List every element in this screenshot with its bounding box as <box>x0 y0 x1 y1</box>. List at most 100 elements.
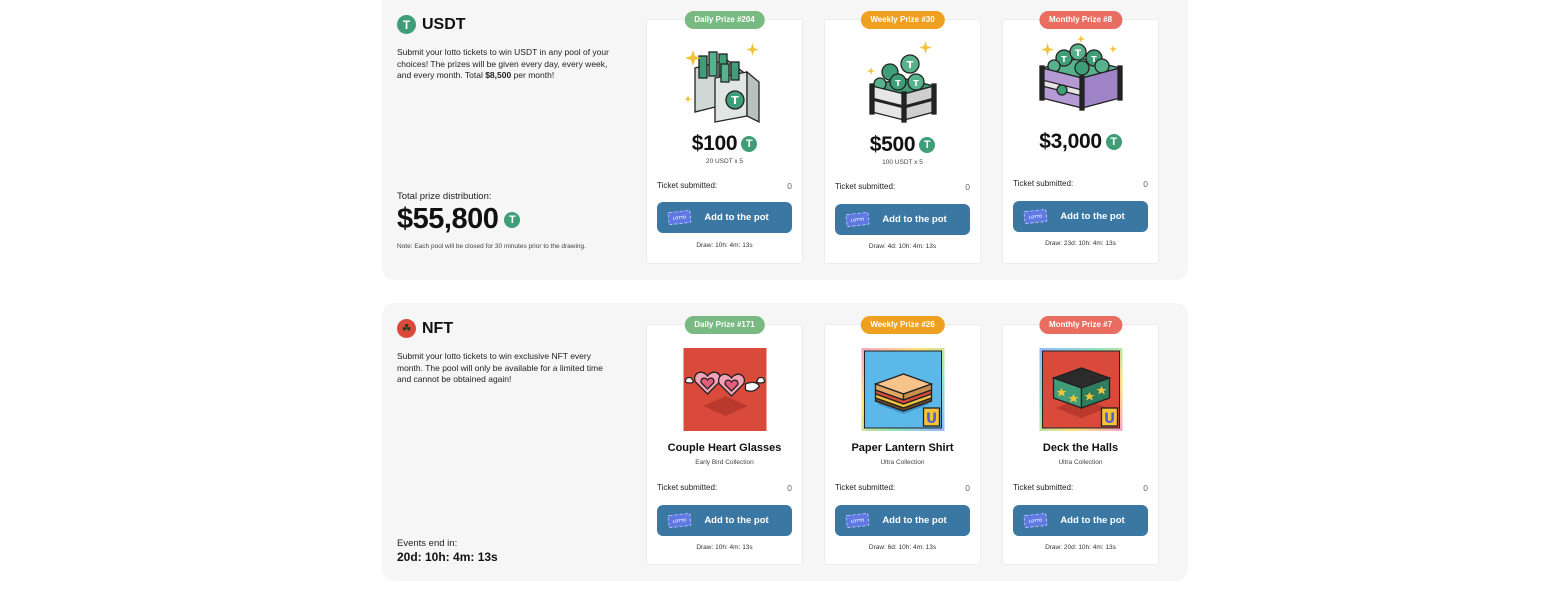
total-prize-label: Total prize distribution: <box>397 191 492 202</box>
add-to-pot-label: Add to the pot <box>704 212 769 223</box>
ticket-submitted-count: 0 <box>787 483 792 493</box>
lantern-shirt-icon: U <box>861 348 944 431</box>
prize-badge: Weekly Prize #30 <box>860 11 945 29</box>
add-to-pot-label: Add to the pot <box>1060 211 1125 222</box>
prize-badge: Monthly Prize #7 <box>1038 316 1123 334</box>
total-prize-value-row: $55,800 T <box>397 203 521 236</box>
heart-glasses-icon <box>683 348 766 431</box>
usdt-coin-icon: T <box>397 15 416 34</box>
prize-card-weekly: Weekly Prize #30 T T T $500 T 100 USDT x… <box>824 11 981 264</box>
events-end-label: Events end in: <box>397 538 458 549</box>
prize-badge: Daily Prize #171 <box>684 316 765 334</box>
svg-text:U: U <box>1103 411 1114 427</box>
lotto-ticket-icon: LOTTO <box>845 211 870 228</box>
prize-breakdown: 100 USDT x 5 <box>882 159 923 166</box>
total-prize-value: $55,800 <box>397 203 499 235</box>
add-to-pot-label: Add to the pot <box>704 515 769 526</box>
prize-badge: Weekly Prize #26 <box>860 316 945 334</box>
svg-text:T: T <box>731 94 739 107</box>
add-to-pot-label: Add to the pot <box>882 214 947 225</box>
nft-panel: ☘ NFT Submit your lotto tickets to win e… <box>382 303 1188 581</box>
add-to-pot-button[interactable]: LOTTO Add to the pot <box>1013 201 1148 232</box>
prize-badge: Daily Prize #204 <box>684 11 765 29</box>
ticket-submitted-row: Ticket submitted: 0 <box>835 182 970 192</box>
add-to-pot-button[interactable]: LOTTO Add to the pot <box>835 505 970 536</box>
events-end-countdown: 20d: 10h: 4m: 13s <box>397 550 498 564</box>
add-to-pot-button[interactable]: LOTTO Add to the pot <box>657 505 792 536</box>
ticket-submitted-count: 0 <box>787 181 792 191</box>
ticket-submitted-count: 0 <box>1143 483 1148 493</box>
add-to-pot-button[interactable]: LOTTO Add to the pot <box>1013 505 1148 536</box>
ticket-submitted-count: 0 <box>1143 179 1148 189</box>
ticket-submitted-row: Ticket submitted: 0 <box>657 483 792 493</box>
svg-text:T: T <box>895 79 901 88</box>
nft-name: Couple Heart Glasses <box>667 442 782 454</box>
lotto-ticket-icon: LOTTO <box>667 209 692 226</box>
usdt-panel: T USDT Submit your lotto tickets to win … <box>382 0 1188 280</box>
lotto-ticket-icon: LOTTO <box>845 512 870 529</box>
nft-card-monthly: Monthly Prize #7 U Deck the Halls Ultra … <box>1002 316 1159 565</box>
usdt-title-row: T USDT <box>397 15 466 34</box>
nft-title-row: ☘ NFT <box>397 319 453 338</box>
coin-crate-icon: T T T <box>866 42 937 123</box>
add-to-pot-button[interactable]: LOTTO Add to the pot <box>657 202 792 233</box>
usdt-coin-icon: T <box>919 137 936 153</box>
nft-name: Paper Lantern Shirt <box>851 442 954 454</box>
prize-card-monthly: Monthly Prize #8 T T T $3,000 T Ticket s… <box>1002 11 1159 264</box>
add-to-pot-label: Add to the pot <box>1060 515 1125 526</box>
usdt-coin-icon: T <box>504 211 521 228</box>
draw-countdown: Draw: 4d: 10h: 4m: 13s <box>868 243 937 250</box>
usdt-coin-icon: T <box>741 136 758 152</box>
ticket-submitted-label: Ticket submitted: <box>657 181 718 190</box>
prize-amount: $500 <box>869 133 916 156</box>
deck-halls-icon: U <box>1039 348 1122 431</box>
prize-amount-row: $3,000 T <box>1003 130 1158 154</box>
ticket-submitted-label: Ticket submitted: <box>835 182 896 191</box>
lotto-ticket-icon: LOTTO <box>1023 208 1048 225</box>
prize-amount: $100 <box>691 132 738 155</box>
ticket-submitted-label: Ticket submitted: <box>835 483 896 492</box>
prize-card-daily: Daily Prize #204 T $100 T 20 USDT x 5 Ti… <box>646 11 803 264</box>
nft-collection: Ultra Collection <box>880 459 925 466</box>
svg-text:T: T <box>913 79 919 88</box>
nft-title: NFT <box>422 319 454 337</box>
nft-logo-icon: ☘ <box>397 319 416 338</box>
money-bags-icon: T <box>684 43 760 124</box>
nft-name: Deck the Halls <box>1042 442 1119 454</box>
ticket-submitted-row: Ticket submitted: 0 <box>1013 483 1148 493</box>
usdt-title: USDT <box>422 15 466 33</box>
prize-amount-row: $500 T <box>825 133 980 157</box>
draw-countdown: Draw: 20d: 10h: 4m: 13s <box>1045 544 1116 551</box>
nft-description: Submit your lotto tickets to win exclusi… <box>397 351 603 384</box>
lotto-ticket-icon: LOTTO <box>1023 512 1048 529</box>
ticket-submitted-label: Ticket submitted: <box>1013 179 1074 188</box>
ticket-submitted-count: 0 <box>965 483 970 493</box>
nft-card-weekly: Weekly Prize #26 U Paper Lantern Shirt U… <box>824 316 981 565</box>
ticket-submitted-label: Ticket submitted: <box>1013 483 1074 492</box>
ticket-submitted-row: Ticket submitted: 0 <box>657 181 792 191</box>
prize-amount: $3,000 <box>1039 130 1102 153</box>
add-to-pot-button[interactable]: LOTTO Add to the pot <box>835 204 970 235</box>
usdt-coin-icon: T <box>1105 134 1122 150</box>
svg-text:T: T <box>1061 55 1067 64</box>
svg-text:T: T <box>906 60 913 71</box>
prize-badge: Monthly Prize #8 <box>1038 11 1123 29</box>
svg-text:U: U <box>925 411 936 427</box>
ticket-submitted-label: Ticket submitted: <box>657 483 718 492</box>
add-to-pot-label: Add to the pot <box>882 515 947 526</box>
ticket-submitted-row: Ticket submitted: 0 <box>1013 179 1148 189</box>
nft-collection: Early Bird Collection <box>695 459 754 466</box>
draw-countdown: Draw: 23d: 10h: 4m: 13s <box>1045 240 1116 247</box>
treasure-chest-icon: T T T <box>1038 35 1123 111</box>
ticket-submitted-row: Ticket submitted: 0 <box>835 483 970 493</box>
prize-breakdown: 20 USDT x 5 <box>705 158 744 165</box>
lotto-ticket-icon: LOTTO <box>667 512 692 529</box>
usdt-description: Submit your lotto tickets to win USDT in… <box>397 47 609 80</box>
draw-countdown: Draw: 6d: 10h: 4m: 13s <box>868 544 937 551</box>
ticket-submitted-count: 0 <box>965 182 970 192</box>
nft-collection: Ultra Collection <box>1058 459 1103 466</box>
pool-close-note: Note: Each pool will be closed for 30 mi… <box>397 243 586 250</box>
draw-countdown: Draw: 10h: 4m: 13s <box>696 242 753 249</box>
prize-amount-row: $100 T <box>647 132 802 156</box>
svg-text:T: T <box>1074 49 1081 59</box>
